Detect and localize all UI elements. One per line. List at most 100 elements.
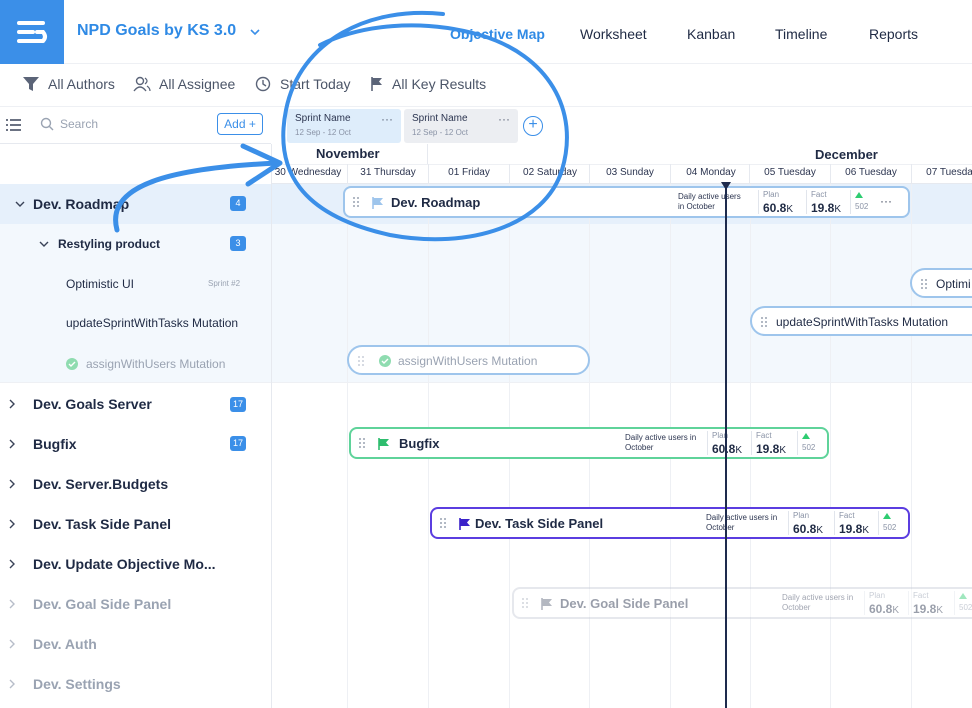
- drag-handle-icon[interactable]: [359, 438, 365, 448]
- chevron-right-icon[interactable]: [6, 678, 18, 690]
- flag-icon: [541, 598, 552, 610]
- chevron-right-icon[interactable]: [6, 438, 18, 450]
- fact-label: Fact: [839, 511, 855, 520]
- tree-row[interactable]: Restyling product 3: [0, 224, 271, 264]
- plan-number: 60.8: [869, 602, 893, 616]
- chevron-right-icon[interactable]: [6, 518, 18, 530]
- fact-value: Fact 19.8K: [908, 591, 943, 616]
- timeline-header: November December 30 Wednesday 31 Thursd…: [271, 144, 972, 184]
- tab-worksheet[interactable]: Worksheet: [580, 26, 647, 42]
- filter-authors-label: All Authors: [48, 76, 115, 92]
- drag-handle-icon[interactable]: [761, 317, 767, 327]
- fact-value: Fact 19.8K: [834, 511, 870, 536]
- drag-handle-icon[interactable]: [353, 197, 359, 207]
- filter-key-results[interactable]: All Key Results: [370, 76, 486, 92]
- more-icon[interactable]: ···: [498, 112, 510, 126]
- chevron-right-icon[interactable]: [6, 398, 18, 410]
- chevron-right-icon[interactable]: [6, 558, 18, 570]
- plan-label: Plan: [763, 190, 780, 199]
- add-sprint-button[interactable]: +: [523, 116, 543, 136]
- tree-row[interactable]: Dev. Goals Server 17: [0, 384, 271, 424]
- day-label: 02 Saturday: [523, 167, 577, 178]
- tree-row[interactable]: Dev. Roadmap 4: [0, 184, 271, 224]
- fact-label: Fact: [913, 591, 929, 600]
- list-icon[interactable]: [6, 119, 22, 131]
- tree-row[interactable]: Dev. Settings: [0, 664, 271, 704]
- plan-number: 60.8: [793, 522, 817, 536]
- task-bar[interactable]: updateSprintWithTasks Mutation: [750, 306, 972, 336]
- fact-value: Fact 19.8K: [806, 190, 841, 215]
- check-circle-icon: [66, 358, 78, 370]
- day-divider: [670, 164, 671, 184]
- tab-objective-map[interactable]: Objective Map: [450, 26, 545, 42]
- goal-bar[interactable]: Bugfix Daily active users in October Pla…: [349, 427, 829, 459]
- task-bar[interactable]: Optimi: [910, 268, 972, 298]
- chevron-right-icon[interactable]: [6, 638, 18, 650]
- project-title[interactable]: NPD Goals by KS 3.0: [77, 22, 236, 40]
- fact-value: Fact 19.8K: [751, 431, 786, 456]
- more-icon[interactable]: ···: [880, 194, 892, 208]
- row-label: Dev. Goals Server: [33, 396, 152, 412]
- tab-timeline[interactable]: Timeline: [775, 26, 827, 42]
- drag-handle-icon[interactable]: [522, 598, 528, 608]
- today-marker: [721, 182, 731, 190]
- sprint-card[interactable]: Sprint Name 12 Sep - 12 Oct ···: [287, 109, 401, 143]
- tree-row[interactable]: Dev. Auth: [0, 624, 271, 664]
- drag-handle-icon[interactable]: [921, 279, 927, 289]
- app-logo[interactable]: [0, 0, 64, 64]
- unit: K: [862, 525, 870, 536]
- tree-row[interactable]: Optimistic UI Sprint #2: [0, 264, 271, 304]
- filter-start[interactable]: Start Today: [254, 76, 351, 92]
- delta-number: 502: [855, 202, 869, 211]
- row-label: assignWithUsers Mutation: [86, 357, 226, 371]
- drag-handle-icon[interactable]: [358, 356, 364, 366]
- goal-bar[interactable]: Dev. Task Side Panel Daily active users …: [430, 507, 910, 539]
- tab-reports[interactable]: Reports: [869, 26, 918, 42]
- chevron-down-icon[interactable]: [14, 198, 26, 210]
- tree-row[interactable]: Bugfix 17: [0, 424, 271, 464]
- filter-assignee[interactable]: All Assignee: [133, 76, 235, 92]
- more-icon[interactable]: ···: [381, 112, 393, 126]
- goal-bar[interactable]: Dev. Goal Side Panel Daily active users …: [512, 587, 972, 619]
- tree-row[interactable]: updateSprintWithTasks Mutation: [0, 303, 271, 343]
- filter-authors[interactable]: All Authors: [22, 76, 115, 92]
- unit: K: [786, 204, 794, 215]
- plan-label: Plan: [712, 431, 729, 440]
- task-bar[interactable]: assignWithUsers Mutation: [347, 345, 590, 375]
- chevron-right-icon[interactable]: [6, 598, 18, 610]
- fact-number: 19.8: [913, 602, 937, 616]
- chevron-right-icon[interactable]: [6, 478, 18, 490]
- search-input[interactable]: Search: [40, 117, 98, 131]
- count-badge: 4: [230, 196, 246, 211]
- tree-row[interactable]: Dev. Server.Budgets: [0, 464, 271, 504]
- grid-line: [830, 184, 831, 708]
- metric-label: Daily active users in October: [706, 513, 778, 532]
- sprint-card[interactable]: Sprint Name 12 Sep - 12 Oct ···: [404, 109, 518, 143]
- tab-kanban[interactable]: Kanban: [687, 26, 735, 42]
- chevron-down-icon[interactable]: [38, 238, 50, 250]
- row-label: Dev. Task Side Panel: [33, 516, 171, 532]
- row-label: Dev. Server.Budgets: [33, 476, 169, 492]
- search-placeholder: Search: [60, 117, 99, 131]
- filter-assignee-label: All Assignee: [159, 76, 236, 92]
- row-label: Restyling product: [58, 237, 161, 251]
- count-badge: 17: [230, 436, 246, 451]
- metric-label: Daily active users in October: [678, 192, 741, 211]
- tree-row[interactable]: assignWithUsers Mutation: [0, 344, 271, 384]
- header-divider: [271, 164, 972, 165]
- chevron-down-icon[interactable]: [248, 25, 262, 39]
- logo-icon: [17, 21, 47, 43]
- tree-row[interactable]: Dev. Goal Side Panel: [0, 584, 271, 624]
- tree-row[interactable]: Dev. Update Objective Mo...: [0, 544, 271, 584]
- goal-bar[interactable]: Dev. Roadmap Daily active users in Octob…: [343, 186, 910, 218]
- day-divider: [749, 164, 750, 184]
- drag-handle-icon[interactable]: [440, 518, 446, 528]
- users-icon: [133, 76, 151, 92]
- unit: K: [892, 605, 900, 616]
- tree-row[interactable]: Dev. Task Side Panel: [0, 504, 271, 544]
- add-button[interactable]: Add +: [217, 113, 263, 135]
- day-divider: [589, 164, 590, 184]
- funnel-icon: [23, 77, 39, 91]
- day-label: 03 Sunday: [606, 167, 654, 178]
- history-icon: [255, 76, 271, 92]
